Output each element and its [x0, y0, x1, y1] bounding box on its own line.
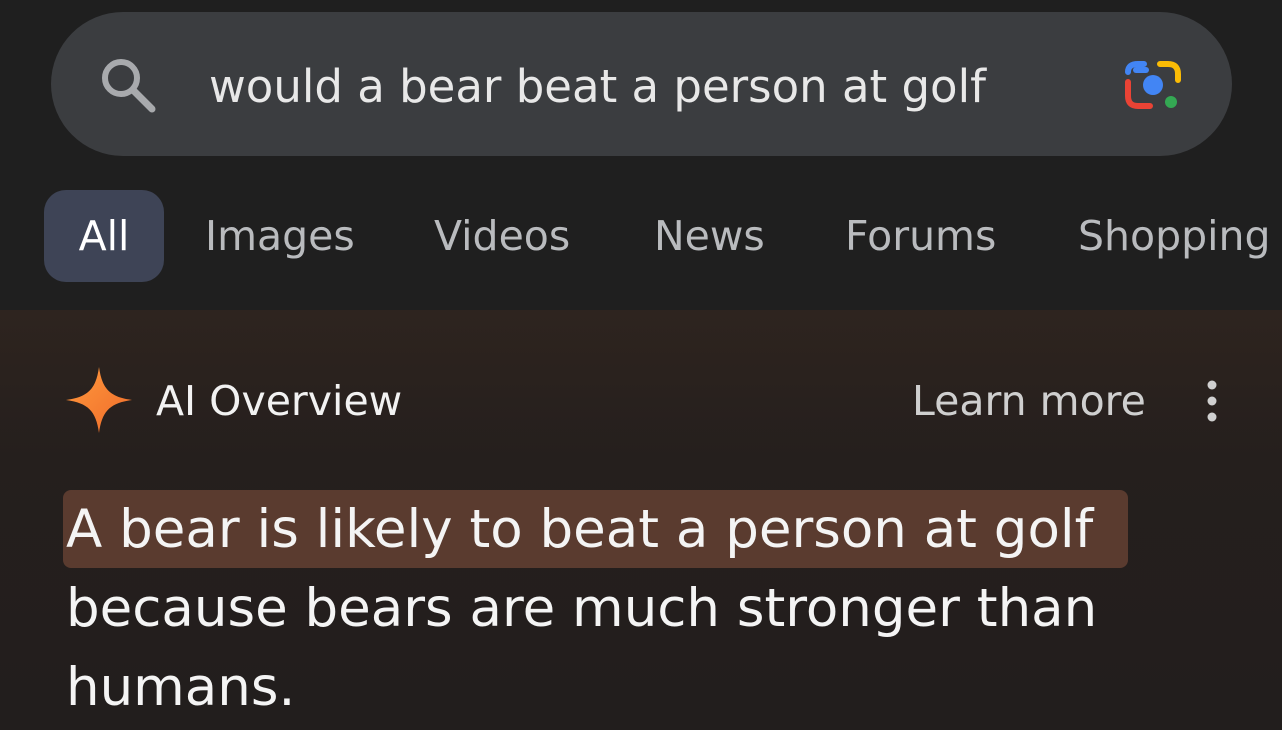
- answer-line-2: because bears are much stronger than: [66, 578, 1098, 639]
- learn-more-link[interactable]: Learn more: [912, 374, 1146, 428]
- tab-videos[interactable]: Videos: [434, 190, 570, 282]
- tab-images[interactable]: Images: [205, 190, 355, 282]
- sparkle-icon: [66, 367, 132, 433]
- answer-highlight-text: A bear is likely to beat a person at gol…: [66, 499, 1094, 560]
- answer-line-3: humans.: [66, 657, 296, 718]
- search-icon[interactable]: [97, 54, 159, 116]
- ai-overview-title: AI Overview: [156, 377, 403, 425]
- tab-all[interactable]: All: [44, 190, 164, 282]
- tab-news[interactable]: News: [654, 190, 765, 282]
- more-vert-icon[interactable]: [1196, 378, 1228, 424]
- google-lens-icon[interactable]: [1120, 54, 1186, 116]
- search-input[interactable]: would a bear beat a person at golf: [209, 58, 986, 116]
- tab-forums[interactable]: Forums: [845, 190, 996, 282]
- tab-shopping[interactable]: Shopping: [1078, 190, 1271, 282]
- search-results-page: would a bear beat a person at golf All I…: [0, 0, 1282, 730]
- search-tabs: All Images Videos News Forums Shopping: [0, 190, 1282, 282]
